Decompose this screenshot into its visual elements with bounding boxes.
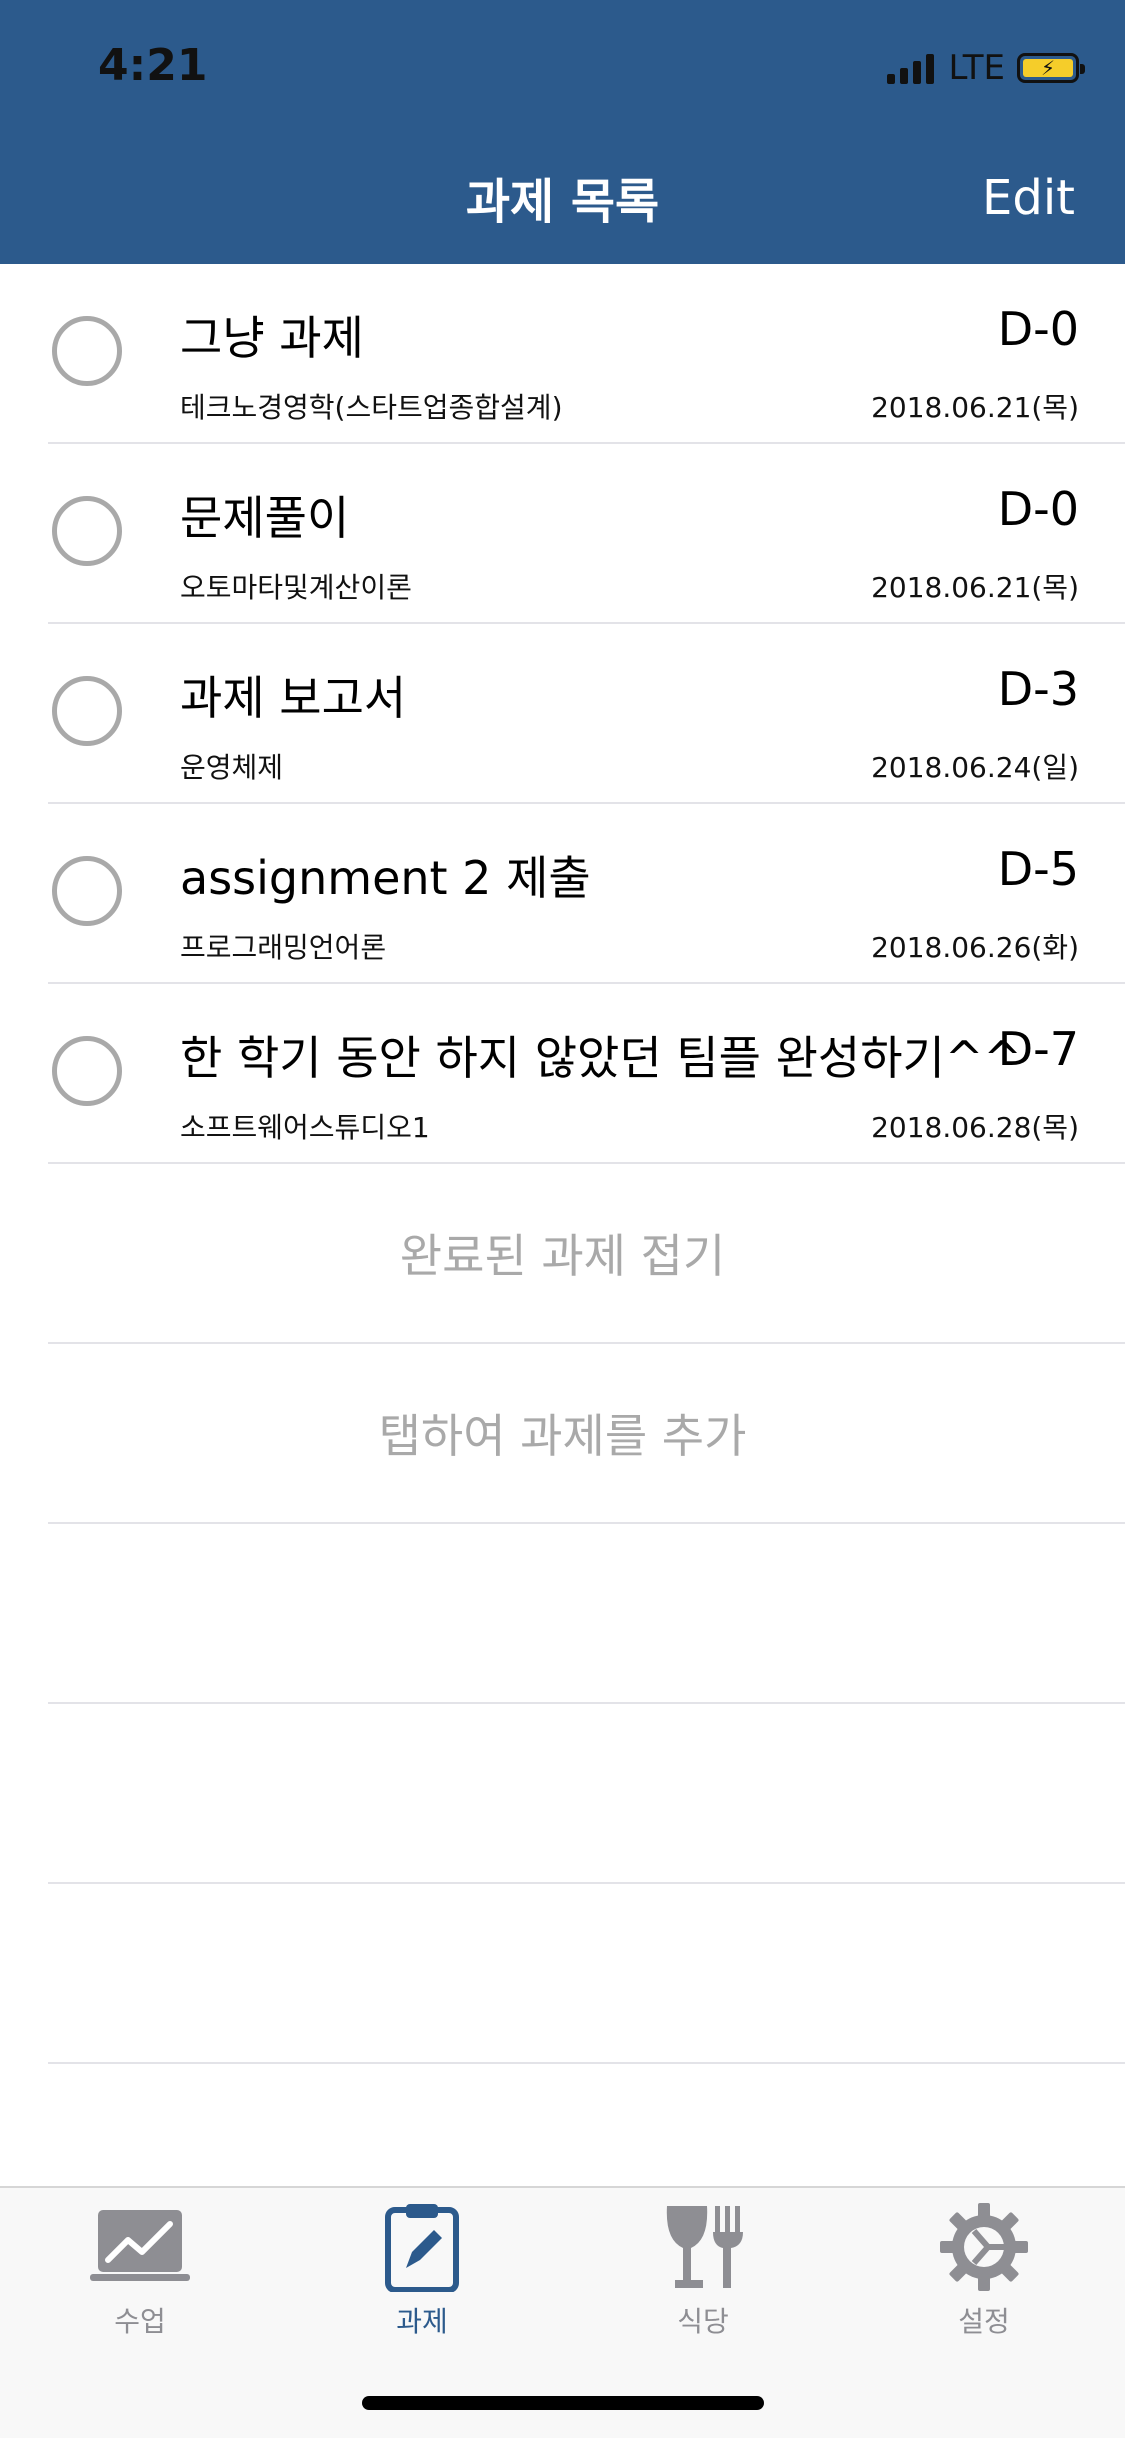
task-subject: 운영체제 — [180, 751, 284, 784]
tab-label: 수업 — [114, 2305, 166, 2338]
task-date: 2018.06.24(일) — [871, 751, 1079, 784]
collapse-completed-label: 완료된 과제 접기 — [399, 1229, 726, 1283]
empty-row — [48, 1884, 1125, 2064]
task-row[interactable]: assignment 2 제출 D-5 프로그래밍언어론 2018.06.26(… — [48, 804, 1125, 984]
edit-button[interactable]: Edit — [982, 170, 1075, 226]
task-title: 한 학기 동안 하지 않았던 팀플 완성하기^^ — [180, 1031, 1022, 1085]
task-row[interactable]: 그냥 과제 D-0 테크노경영학(스타트업종합설계) 2018.06.21(목) — [48, 264, 1125, 444]
battery-icon: ⚡ — [1017, 53, 1085, 83]
gear-icon — [940, 2203, 1028, 2291]
task-title: assignment 2 제출 — [180, 851, 591, 905]
task-date: 2018.06.28(목) — [871, 1111, 1079, 1144]
complete-checkbox[interactable] — [52, 856, 122, 926]
task-date: 2018.06.26(화) — [871, 931, 1079, 964]
complete-checkbox[interactable] — [52, 316, 122, 386]
tab-assignments[interactable]: 과제 — [322, 2202, 522, 2340]
task-row[interactable]: 한 학기 동안 하지 않았던 팀플 완성하기^^ D-7 소프트웨어스튜디오1 … — [48, 984, 1125, 1164]
tab-settings[interactable]: 설정 — [884, 2202, 1084, 2340]
complete-checkbox[interactable] — [52, 1036, 122, 1106]
complete-checkbox[interactable] — [52, 496, 122, 566]
task-dday: D-3 — [997, 662, 1079, 716]
task-title: 과제 보고서 — [180, 671, 407, 725]
tab-label: 식당 — [677, 2305, 729, 2338]
tab-bar: 수업 과제 식당 설정 — [0, 2186, 1125, 2438]
home-indicator[interactable] — [362, 2396, 764, 2410]
task-title: 문제풀이 — [180, 491, 350, 545]
task-dday: D-7 — [997, 1022, 1079, 1076]
signal-icon — [887, 52, 935, 84]
task-list: 그냥 과제 D-0 테크노경영학(스타트업종합설계) 2018.06.21(목)… — [0, 264, 1125, 2064]
collapse-completed-button[interactable]: 완료된 과제 접기 — [48, 1164, 1125, 1344]
tab-cafeteria[interactable]: 식당 — [603, 2202, 803, 2340]
task-dday: D-5 — [997, 842, 1079, 896]
complete-checkbox[interactable] — [52, 676, 122, 746]
tab-label: 설정 — [958, 2305, 1010, 2338]
status-indicators: LTE ⚡ — [887, 48, 1085, 88]
network-label: LTE — [948, 48, 1005, 88]
status-time: 4:21 — [98, 40, 208, 91]
task-subject: 소프트웨어스튜디오1 — [180, 1111, 430, 1144]
add-task-label: 탭하여 과제를 추가 — [378, 1409, 747, 1463]
empty-row — [48, 1704, 1125, 1884]
task-subject: 오토마타및계산이론 — [180, 571, 412, 604]
tab-label: 과제 — [396, 2305, 448, 2338]
task-dday: D-0 — [997, 302, 1079, 356]
tab-classes[interactable]: 수업 — [40, 2202, 240, 2340]
add-task-button[interactable]: 탭하여 과제를 추가 — [48, 1344, 1125, 1524]
task-title: 그냥 과제 — [180, 311, 364, 365]
task-row[interactable]: 문제풀이 D-0 오토마타및계산이론 2018.06.21(목) — [48, 444, 1125, 624]
navigation-header: 4:21 LTE ⚡ 과제 목록 Edit — [0, 0, 1125, 264]
glass-fork-icon — [666, 2206, 743, 2288]
task-row[interactable]: 과제 보고서 D-3 운영체제 2018.06.24(일) — [48, 624, 1125, 804]
task-dday: D-0 — [997, 482, 1079, 536]
clipboard-pencil-icon — [385, 2204, 459, 2292]
page-title: 과제 목록 — [465, 174, 660, 230]
task-date: 2018.06.21(목) — [871, 571, 1079, 604]
chart-icon — [90, 2210, 190, 2281]
task-subject: 프로그래밍언어론 — [180, 931, 387, 964]
task-date: 2018.06.21(목) — [871, 391, 1079, 424]
task-subject: 테크노경영학(스타트업종합설계) — [180, 391, 563, 424]
empty-row — [48, 1524, 1125, 1704]
